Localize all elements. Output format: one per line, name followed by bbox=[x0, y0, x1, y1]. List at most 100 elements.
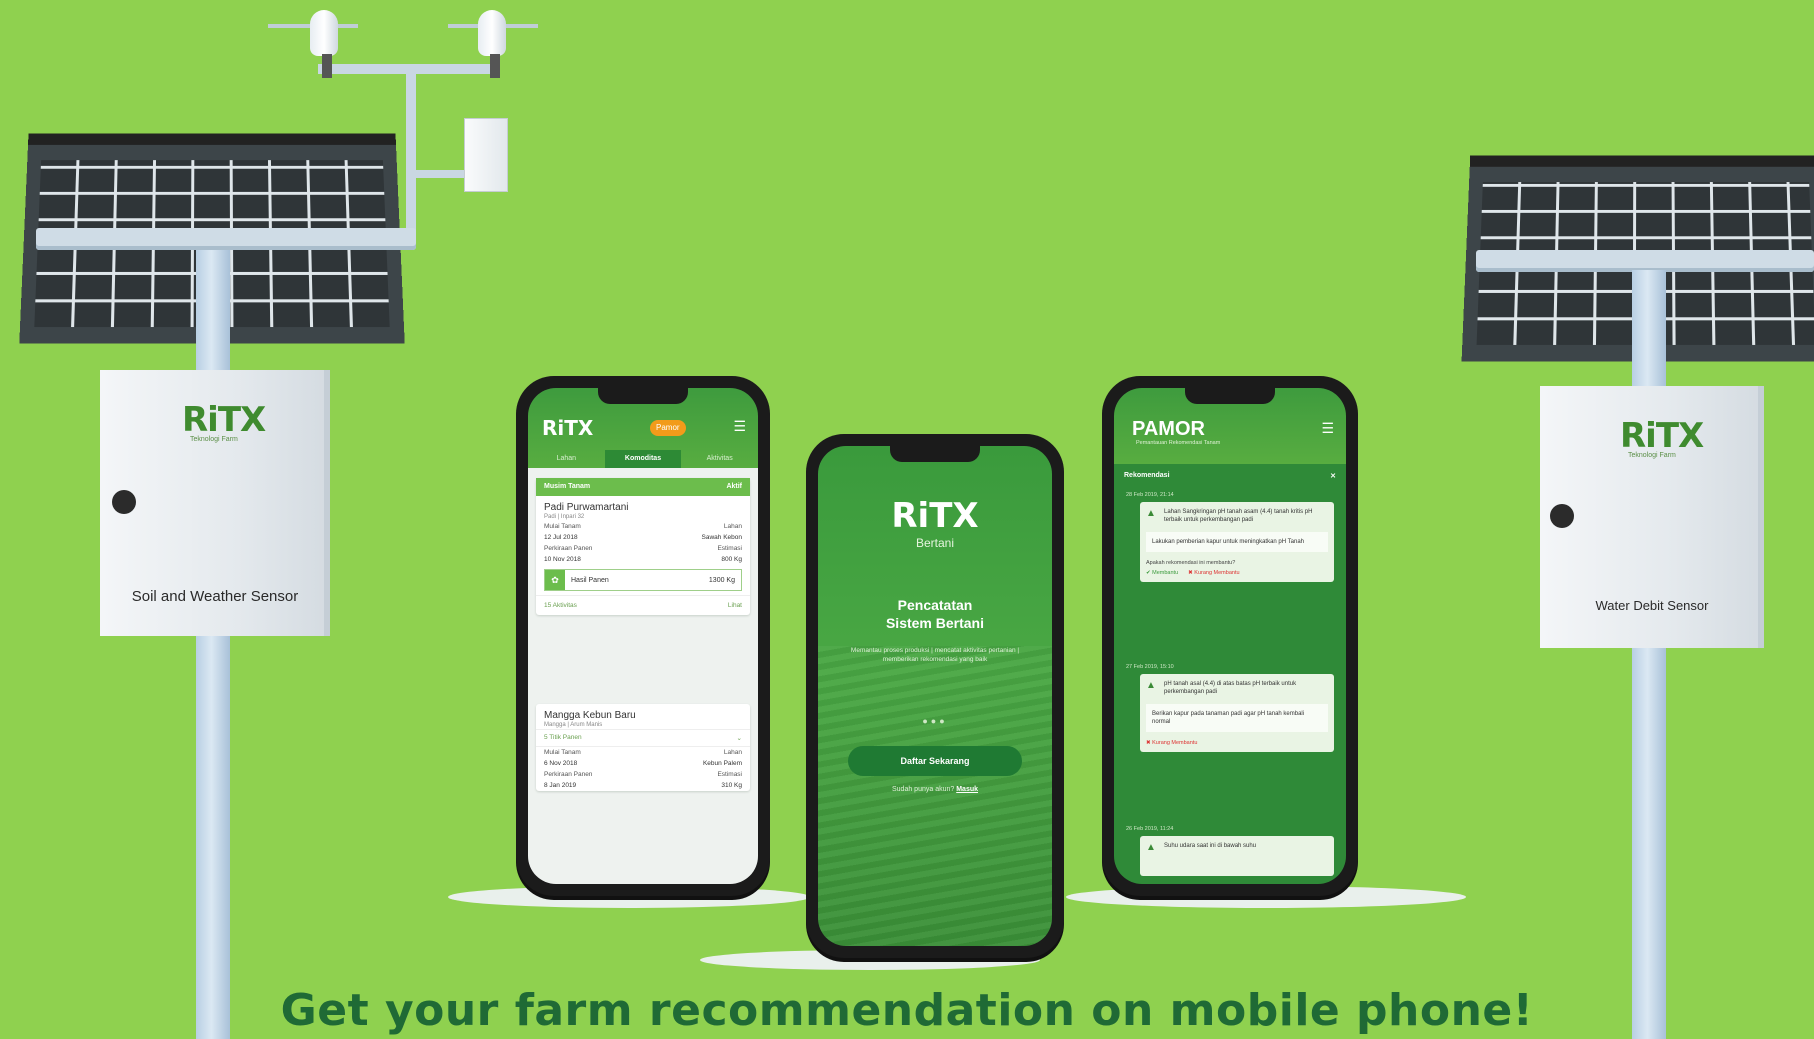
status-label: Kurang Membantu bbox=[1152, 740, 1198, 746]
weather-mast bbox=[406, 74, 416, 244]
phone-center-screen: RiTX Bertani Pencatatan Sistem Bertani M… bbox=[818, 446, 1052, 946]
row-label: Mulai Tanam bbox=[544, 749, 581, 756]
season-band: Musim Tanam Aktif bbox=[536, 478, 750, 496]
harvest-field[interactable]: ✿ Hasil Panen 1300 Kg bbox=[544, 569, 742, 591]
info-row: 8 Jan 2019 310 Kg bbox=[536, 780, 750, 791]
box-lock-icon bbox=[112, 490, 136, 514]
panel-titlebar: Rekomendasi ✕ bbox=[1114, 472, 1346, 486]
not-helpful-label: Kurang Membantu bbox=[1194, 570, 1240, 576]
ritx-logo: RiTX bbox=[891, 496, 979, 536]
info-row: 6 Nov 2018 Kebun Palem bbox=[536, 758, 750, 769]
recommendation-panel: Rekomendasi ✕ 28 Feb 2019, 21:14 ▲ Lahan… bbox=[1114, 464, 1346, 884]
page-indicator: ●●● bbox=[922, 716, 948, 726]
panel-bracket-left bbox=[36, 228, 416, 250]
sensor-box-right: RiTX Teknologi Farm Water Debit Sensor bbox=[1540, 386, 1764, 648]
panel-title: Rekomendasi bbox=[1124, 472, 1170, 479]
info-row: Perkiraan Panen Estimasi bbox=[536, 543, 750, 554]
rec-text: ▲ Suhu udara saat ini di bawah suhu bbox=[1140, 836, 1334, 853]
sensor-box-left: RiTX Teknologi Farm Soil and Weather Sen… bbox=[100, 370, 330, 636]
not-helpful-button[interactable]: ✖ Kurang Membantu bbox=[1188, 570, 1239, 576]
tab-bar: Lahan Komoditas Aktivitas bbox=[528, 450, 758, 468]
pamor-badge[interactable]: Pamor bbox=[650, 420, 686, 436]
rec-text: ▲ pH tanah asal (4.4) di atas batas pH t… bbox=[1140, 674, 1334, 698]
tree-icon: ▲ bbox=[1146, 680, 1156, 691]
rec-message: Lahan Sangkringan pH tanah asam (4.4) ta… bbox=[1164, 509, 1313, 523]
card-title: Mangga Kebun Baru bbox=[544, 710, 636, 721]
row-label: Mulai Tanam bbox=[544, 523, 581, 530]
tab-komoditas[interactable]: Komoditas bbox=[604, 450, 682, 468]
tab-lahan[interactable]: Lahan bbox=[528, 450, 605, 468]
rec-text: ▲ Lahan Sangkringan pH tanah asam (4.4) … bbox=[1140, 502, 1334, 526]
rec-date: 28 Feb 2019, 21:14 bbox=[1126, 492, 1174, 498]
info-row: 12 Jul 2018 Sawah Kebon bbox=[536, 532, 750, 543]
commodity-card[interactable]: Musim Tanam Aktif Padi Purwamartani Padi… bbox=[536, 478, 750, 615]
pamor-logo: PAMOR bbox=[1132, 418, 1205, 440]
row-value: Sawah Kebon bbox=[701, 534, 742, 541]
stage-dropdown[interactable]: 5 Titik Panen ⌄ bbox=[536, 729, 750, 747]
ritx-logo: RiTX bbox=[182, 400, 266, 440]
phone-left-screen: RiTX Pamor ☰ Lahan Komoditas Aktivitas M… bbox=[528, 388, 758, 884]
app-logo: RiTX bbox=[542, 416, 594, 440]
info-row: 10 Nov 2018 800 Kg bbox=[536, 554, 750, 565]
season-label: Musim Tanam bbox=[544, 483, 591, 490]
rec-message: pH tanah asal (4.4) di atas batas pH ter… bbox=[1164, 681, 1297, 695]
feedback-options: ✔ Membantu ✖ Kurang Membantu bbox=[1140, 568, 1334, 582]
helpful-label: Membantu bbox=[1152, 570, 1179, 576]
row-value: 6 Nov 2018 bbox=[544, 760, 578, 767]
feedback-question: Apakah rekomendasi ini membantu? bbox=[1146, 560, 1236, 566]
login-prompt: Sudah punya akun? Masuk bbox=[818, 786, 1052, 793]
rec-date: 27 Feb 2019, 15:10 bbox=[1126, 664, 1174, 670]
title-line: Sistem Bertani bbox=[885, 615, 985, 631]
commodity-list: Musim Tanam Aktif Padi Purwamartani Padi… bbox=[528, 468, 758, 884]
feedback-result: ✖ Kurang Membantu bbox=[1140, 738, 1334, 752]
season-status: Aktif bbox=[726, 483, 742, 490]
not-helpful-status: ✖ Kurang Membantu bbox=[1146, 740, 1198, 746]
commodity-card[interactable]: Mangga Kebun Baru Mangga | Arum Manis 5 … bbox=[536, 704, 750, 791]
ritx-logo-tagline: Teknologi Farm bbox=[1628, 452, 1676, 459]
menu-icon[interactable]: ☰ bbox=[1321, 420, 1334, 437]
box-lock-icon bbox=[1550, 504, 1574, 528]
row-value: 12 Jul 2018 bbox=[544, 534, 578, 541]
login-link[interactable]: Masuk bbox=[956, 786, 978, 793]
headline: Get your farm recommendation on mobile p… bbox=[280, 985, 1534, 1036]
row-value: 800 Kg bbox=[721, 556, 742, 563]
title-line: Pencatatan bbox=[897, 597, 973, 613]
login-prefix: Sudah punya akun? bbox=[891, 786, 955, 793]
anemometer-cup-right bbox=[478, 10, 506, 56]
card-subtitle: Mangga | Arum Manis bbox=[544, 722, 603, 728]
ritx-logo-tagline: Teknologi Farm bbox=[190, 436, 238, 443]
tab-aktivitas[interactable]: Aktivitas bbox=[681, 450, 758, 468]
anemometer-crossbar bbox=[318, 64, 500, 74]
phone-center: RiTX Bertani Pencatatan Sistem Bertani M… bbox=[806, 434, 1064, 958]
ritx-logo: RiTX bbox=[1620, 416, 1704, 456]
close-icon[interactable]: ✕ bbox=[1330, 472, 1336, 486]
recommendation-card: ▲ pH tanah asal (4.4) di atas batas pH t… bbox=[1140, 674, 1334, 752]
phone-left: RiTX Pamor ☰ Lahan Komoditas Aktivitas M… bbox=[516, 376, 770, 896]
card-title: Padi Purwamartani bbox=[544, 502, 629, 513]
row-label: Estimasi bbox=[717, 771, 742, 778]
helpful-button[interactable]: ✔ Membantu bbox=[1146, 570, 1178, 576]
rec-note: Lakukan pemberian kapur untuk meningkatk… bbox=[1146, 532, 1328, 552]
anemometer-mount-right bbox=[490, 54, 500, 78]
view-link[interactable]: Lihat bbox=[728, 602, 742, 609]
sensor-arm bbox=[416, 170, 466, 178]
menu-icon[interactable]: ☰ bbox=[733, 418, 746, 435]
panel-bracket-right bbox=[1476, 250, 1814, 272]
card-subtitle: Padi | Inpari 32 bbox=[544, 514, 585, 520]
phone-right: PAMOR Pemantauan Rekomendasi Tanam ☰ Rek… bbox=[1102, 376, 1358, 896]
onboarding-description: Memantau proses produksi | mencatat akti… bbox=[850, 647, 1020, 663]
harvest-label: Hasil Panen bbox=[571, 576, 609, 584]
register-button[interactable]: Daftar Sekarang bbox=[848, 746, 1022, 776]
recommendation-card: ▲ Lahan Sangkringan pH tanah asam (4.4) … bbox=[1140, 502, 1334, 582]
sensor-pole-left bbox=[196, 250, 230, 1039]
phone-right-screen: PAMOR Pemantauan Rekomendasi Tanam ☰ Rek… bbox=[1114, 388, 1346, 884]
chevron-down-icon: ⌄ bbox=[736, 735, 742, 742]
rec-date: 26 Feb 2019, 11:24 bbox=[1126, 826, 1174, 832]
row-value: 10 Nov 2018 bbox=[544, 556, 581, 563]
anemometer-mount-left bbox=[322, 54, 332, 78]
pamor-tagline: Pemantauan Rekomendasi Tanam bbox=[1136, 440, 1221, 446]
row-label: Lahan bbox=[723, 749, 742, 756]
row-value: Kebun Palem bbox=[702, 760, 742, 767]
recommendation-card: ▲ Suhu udara saat ini di bawah suhu bbox=[1140, 836, 1334, 876]
tree-icon: ▲ bbox=[1146, 842, 1156, 853]
